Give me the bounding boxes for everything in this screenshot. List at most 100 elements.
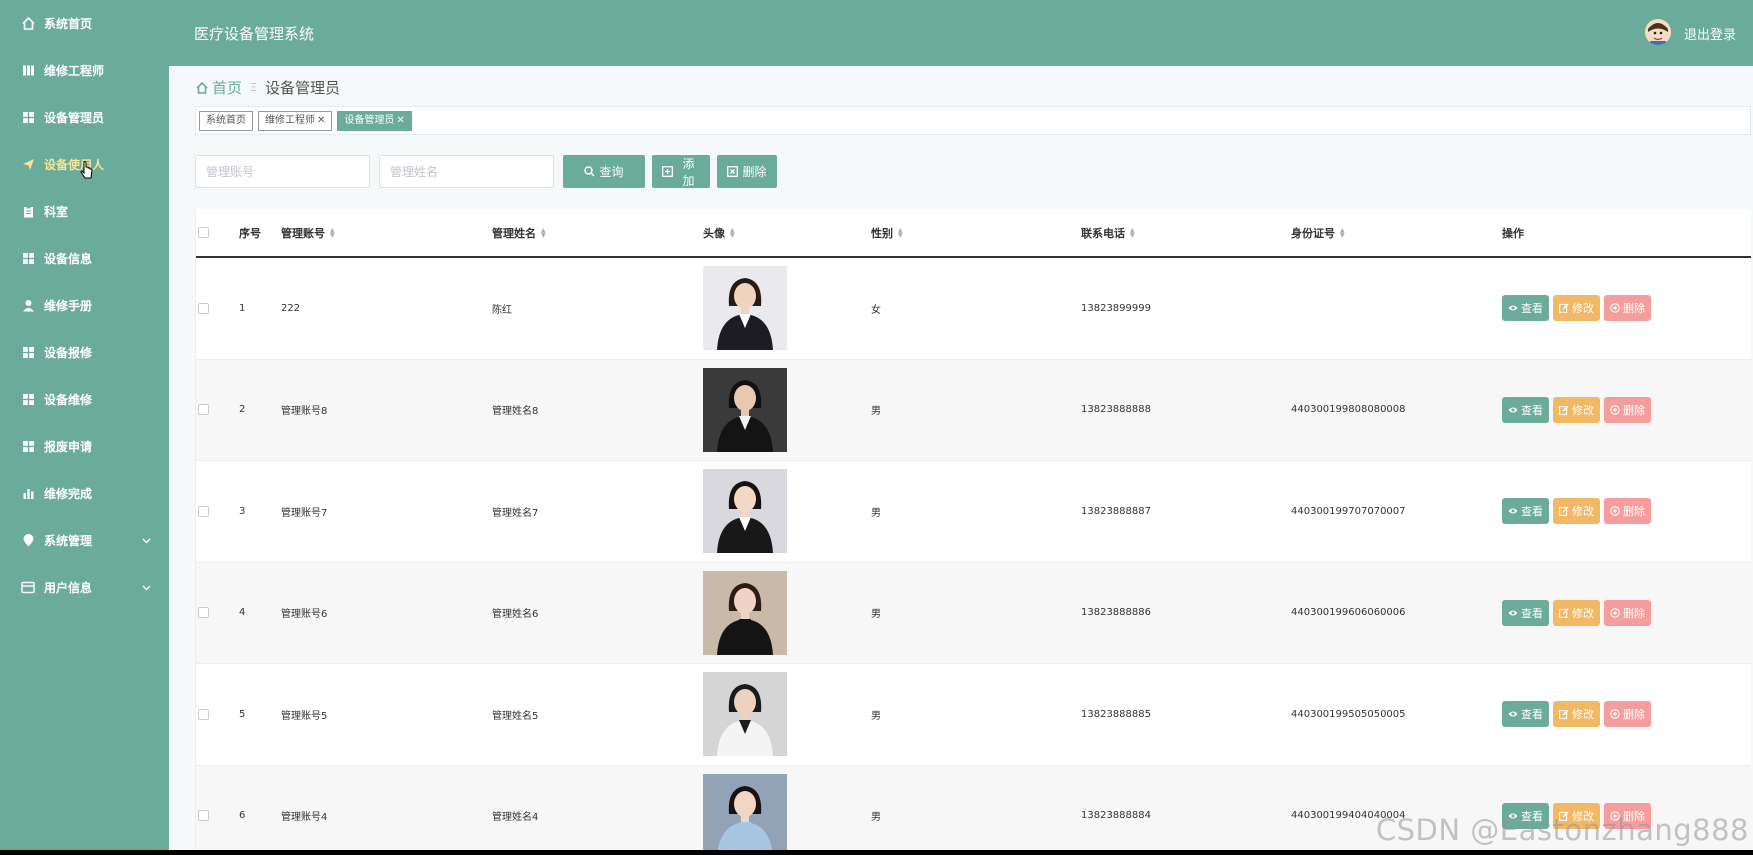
avatar-photo[interactable]	[703, 570, 787, 655]
col-name[interactable]: 管理姓名 ▲ ▼	[492, 225, 546, 241]
user-avatar[interactable]	[1645, 19, 1671, 45]
avatar-photo[interactable]	[703, 469, 787, 554]
sidebar-item-label: 设备信息	[44, 252, 93, 266]
edit-button[interactable]: 修改	[1553, 295, 1600, 322]
breadcrumb-home[interactable]: 首页	[212, 77, 242, 98]
sidebar-item-11[interactable]: 维修完成	[0, 470, 169, 517]
edit-button-label: 修改	[1572, 302, 1594, 316]
account-search-input[interactable]	[195, 155, 370, 188]
row-checkbox[interactable]	[198, 810, 209, 822]
sidebar-item-3[interactable]: 设备管理员	[0, 94, 169, 141]
breadcrumb-separator: Ξ	[250, 81, 257, 94]
delete-circle-icon	[1610, 303, 1620, 313]
sidebar-item-6[interactable]: 设备信息	[0, 235, 169, 282]
edit-button[interactable]: 修改	[1553, 599, 1600, 626]
tab-tag-2[interactable]: 维修工程师 ✕	[258, 110, 333, 131]
sidebar-item-7[interactable]: 维修手册	[0, 282, 169, 329]
sidebar-item-12[interactable]: 系统管理	[0, 517, 169, 564]
cell-id-card: 440300199606060006	[1291, 607, 1406, 619]
select-all-checkbox[interactable]	[198, 227, 209, 238]
sidebar-item-1[interactable]: 系统首页	[0, 0, 169, 47]
grid-icon	[20, 345, 36, 361]
query-button[interactable]: 查询	[563, 155, 645, 188]
close-icon[interactable]: ✕	[396, 115, 404, 126]
edit-icon	[1559, 303, 1569, 314]
tag-label: 系统首页	[206, 114, 246, 126]
logout-link[interactable]: 退出登录	[1684, 24, 1736, 43]
avatar-photo[interactable]	[703, 266, 787, 351]
batch-delete-button[interactable]: 删除	[717, 155, 777, 188]
col-account[interactable]: 管理账号 ▲ ▼	[281, 225, 335, 241]
col-phone[interactable]: 联系电话 ▲ ▼	[1081, 225, 1135, 241]
delete-circle-icon	[1610, 405, 1620, 415]
col-avatar-label: 头像	[703, 226, 725, 240]
view-button[interactable]: 查看	[1502, 295, 1549, 322]
sidebar-item-8[interactable]: 设备报修	[0, 329, 169, 376]
sidebar-item-13[interactable]: 用户信息	[0, 564, 169, 611]
row-checkbox[interactable]	[198, 404, 209, 416]
admin-table: 序号 管理账号 ▲ ▼ 管理姓名 ▲ ▼ 头像 ▲ ▼ 性别 ▲ ▼ 联系电话 ▲ ▼ 身份证号 ▲ ▼…	[195, 209, 1751, 850]
sort-icon: ▲ ▼	[541, 226, 546, 239]
close-icon[interactable]: ✕	[317, 115, 325, 126]
view-button[interactable]: 查看	[1502, 498, 1549, 525]
name-search-input[interactable]	[379, 155, 554, 188]
col-avatar[interactable]: 头像 ▲ ▼	[703, 225, 735, 241]
batch-delete-button-label: 删除	[742, 165, 767, 179]
delete-button[interactable]: 删除	[1604, 396, 1651, 423]
view-button[interactable]: 查看	[1502, 701, 1549, 728]
sidebar-item-2[interactable]: 维修工程师	[0, 47, 169, 94]
col-phone-label: 联系电话	[1081, 226, 1125, 240]
edit-button[interactable]: 修改	[1553, 701, 1600, 728]
avatar-photo[interactable]	[703, 367, 787, 452]
cell-avatar	[703, 266, 787, 351]
edit-button[interactable]: 修改	[1553, 396, 1600, 423]
cell-account: 管理账号6	[281, 609, 328, 621]
tab-tag-3[interactable]: 设备管理员 ✕	[337, 110, 412, 131]
eye-icon	[1508, 507, 1518, 515]
view-button[interactable]: 查看	[1502, 396, 1549, 423]
view-button[interactable]: 查看	[1502, 599, 1549, 626]
col-id-card[interactable]: 身份证号 ▲ ▼	[1291, 225, 1345, 241]
avatar-photo[interactable]	[703, 773, 787, 850]
col-gender[interactable]: 性别 ▲ ▼	[871, 225, 903, 241]
sidebar-item-5[interactable]: 科室	[0, 188, 169, 235]
breadcrumb-current: 设备管理员	[264, 79, 340, 97]
delete-button[interactable]: 删除	[1604, 498, 1651, 525]
row-checkbox[interactable]	[198, 302, 209, 314]
cell-id-card: 440300199808080008	[1291, 404, 1406, 416]
sidebar-item-4[interactable]: 设备使用人	[0, 141, 169, 188]
table-row: 5 管理账号5 管理姓名5 男 13823888885 4403001995050500…	[196, 664, 1751, 766]
plus-square-icon	[662, 166, 673, 177]
cell-account: 管理账号8	[281, 406, 328, 418]
sidebar-item-10[interactable]: 报废申请	[0, 423, 169, 470]
eye-icon	[1508, 710, 1518, 718]
tab-tag-1[interactable]: 系统首页	[199, 110, 253, 131]
row-checkbox[interactable]	[198, 607, 209, 619]
chevron-down-icon	[142, 533, 151, 547]
cell-name: 管理姓名8	[492, 406, 539, 418]
eye-icon	[1508, 609, 1518, 617]
cell-name: 陈红	[492, 304, 512, 316]
add-button[interactable]: 添加	[652, 155, 710, 188]
sort-icon: ▲ ▼	[1130, 226, 1135, 239]
delete-button[interactable]: 删除	[1604, 295, 1651, 322]
delete-button[interactable]: 删除	[1604, 701, 1651, 728]
edit-icon	[1559, 709, 1569, 720]
delete-button[interactable]: 删除	[1604, 599, 1651, 626]
home-icon	[20, 16, 36, 32]
cell-name: 管理姓名5	[492, 710, 539, 722]
sidebar-item-label: 维修工程师	[44, 64, 105, 78]
row-checkbox[interactable]	[198, 708, 209, 720]
edit-icon	[1559, 405, 1569, 415]
send-icon	[20, 157, 36, 173]
edit-button[interactable]: 修改	[1553, 498, 1600, 525]
main-content: 首页 Ξ 设备管理员 系统首页维修工程师✕设备管理员✕ 查询 添加 删除	[169, 66, 1753, 850]
row-checkbox[interactable]	[198, 505, 209, 517]
sidebar: 系统首页维修工程师设备管理员 设备使用人 科室设备信息维修手册 设备报修 设备维修 报废申…	[0, 0, 169, 850]
avatar-photo[interactable]	[703, 672, 787, 757]
cell-gender: 女	[871, 304, 881, 316]
table-body: 1 222 陈红 女 13823899999 查看 修改 删除 2 管理账号8 管理姓名8 男 13…	[196, 258, 1751, 850]
sidebar-item-9[interactable]: 设备维修	[0, 376, 169, 423]
cell-index: 5	[239, 708, 246, 720]
sort-icon: ▲ ▼	[330, 226, 335, 239]
